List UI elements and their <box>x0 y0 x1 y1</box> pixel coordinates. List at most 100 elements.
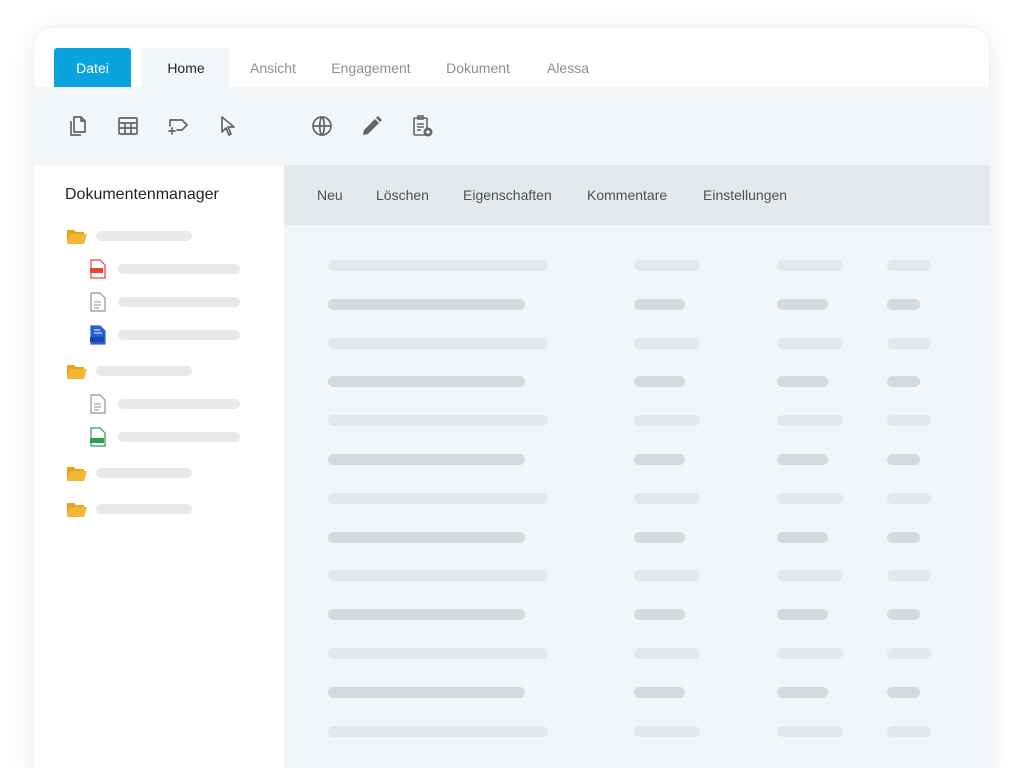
tab-dokument[interactable]: Dokument <box>436 48 520 87</box>
pdf-file-icon <box>90 259 106 279</box>
cell-placeholder <box>887 570 931 582</box>
folder-item[interactable] <box>66 463 192 483</box>
cell-placeholder <box>634 492 700 504</box>
loeschen-button[interactable]: Löschen <box>376 165 429 225</box>
cell-placeholder <box>328 298 525 310</box>
cell-placeholder <box>777 686 828 698</box>
docx-file-icon <box>90 325 106 345</box>
cell-placeholder <box>777 376 828 388</box>
cell-placeholder <box>634 415 700 427</box>
cell-placeholder <box>634 686 685 698</box>
table-row[interactable] <box>284 644 989 664</box>
folder-open-icon <box>66 362 88 380</box>
kommentare-button[interactable]: Kommentare <box>587 165 667 225</box>
cell-placeholder <box>887 454 920 465</box>
tab-home[interactable]: Home <box>142 48 230 87</box>
cell-placeholder <box>634 337 700 349</box>
file-item[interactable] <box>90 259 240 279</box>
tab-ansicht[interactable]: Ansicht <box>240 48 306 87</box>
file-item[interactable] <box>90 427 240 447</box>
pencil-icon[interactable] <box>359 113 385 139</box>
action-bar: Neu Löschen Eigenschaften Kommentare Ein… <box>284 165 989 225</box>
folder-item[interactable] <box>66 226 192 246</box>
cell-placeholder <box>634 298 685 310</box>
cell-placeholder <box>777 298 828 310</box>
cell-placeholder <box>887 337 931 349</box>
cell-placeholder <box>634 725 700 737</box>
cell-placeholder <box>777 337 843 349</box>
neu-button[interactable]: Neu <box>317 165 343 225</box>
folder-item[interactable] <box>66 499 192 519</box>
table-row[interactable] <box>284 683 989 703</box>
app-window: Datei Home Ansicht Engagement Dokument A… <box>34 28 989 768</box>
cell-placeholder <box>328 492 548 504</box>
einstellungen-button[interactable]: Einstellungen <box>703 165 787 225</box>
tab-alessa[interactable]: Alessa <box>534 48 602 87</box>
table-row[interactable] <box>284 372 989 392</box>
cell-placeholder <box>887 686 920 698</box>
xlsx-file-icon <box>90 427 106 447</box>
cell-placeholder <box>887 609 920 621</box>
table-row[interactable] <box>284 566 989 586</box>
cell-placeholder <box>777 531 828 543</box>
table-row[interactable] <box>284 528 989 548</box>
file-item[interactable] <box>90 325 240 345</box>
folder-open-icon <box>66 464 88 482</box>
folder-name-placeholder <box>96 504 192 514</box>
table-row[interactable] <box>284 489 989 509</box>
cell-placeholder <box>328 686 525 698</box>
cell-placeholder <box>777 415 843 427</box>
clipboard-add-icon[interactable] <box>409 113 435 139</box>
cell-placeholder <box>328 648 548 659</box>
tab-datei[interactable]: Datei <box>54 48 131 87</box>
cell-placeholder <box>887 725 931 737</box>
cell-placeholder <box>634 648 700 659</box>
table-row[interactable] <box>284 334 989 354</box>
table-icon[interactable] <box>115 113 141 139</box>
file-item[interactable] <box>90 394 240 414</box>
cursor-icon[interactable] <box>215 113 241 139</box>
cell-placeholder <box>328 376 525 388</box>
table-row[interactable] <box>284 411 989 431</box>
cell-placeholder <box>887 260 931 271</box>
cell-placeholder <box>777 454 828 465</box>
cell-placeholder <box>634 570 700 582</box>
file-name-placeholder <box>118 399 240 409</box>
cell-placeholder <box>634 376 685 388</box>
folder-open-icon <box>66 500 88 518</box>
table-row[interactable] <box>284 722 989 742</box>
cell-placeholder <box>328 337 548 349</box>
table-row[interactable] <box>284 256 989 276</box>
cell-placeholder <box>328 454 525 465</box>
cell-placeholder <box>328 415 548 427</box>
document-manager-sidebar: Dokumentenmanager <box>34 165 284 768</box>
file-name-placeholder <box>118 264 240 274</box>
cell-placeholder <box>777 725 843 737</box>
ribbon-toolbar <box>34 87 989 165</box>
cell-placeholder <box>634 609 685 621</box>
cell-placeholder <box>634 260 700 271</box>
cell-placeholder <box>328 260 548 271</box>
cell-placeholder <box>777 260 843 271</box>
file-item[interactable] <box>90 292 240 312</box>
cell-placeholder <box>634 454 685 465</box>
text-file-icon <box>90 394 106 414</box>
tab-engagement[interactable]: Engagement <box>320 48 422 87</box>
sidebar-title: Dokumentenmanager <box>65 186 219 203</box>
cell-placeholder <box>328 531 525 543</box>
cell-placeholder <box>328 570 548 582</box>
cell-placeholder <box>887 648 931 659</box>
cell-placeholder <box>887 492 931 504</box>
table-row[interactable] <box>284 450 989 470</box>
eigenschaften-button[interactable]: Eigenschaften <box>463 165 552 225</box>
cell-placeholder <box>777 609 828 621</box>
cell-placeholder <box>887 531 920 543</box>
cell-placeholder <box>328 609 525 621</box>
folder-item[interactable] <box>66 361 192 381</box>
insert-comment-icon[interactable] <box>165 113 191 139</box>
copy-icon[interactable] <box>65 113 91 139</box>
tab-bar: Datei Home Ansicht Engagement Dokument A… <box>34 28 989 87</box>
table-row[interactable] <box>284 295 989 315</box>
table-row[interactable] <box>284 605 989 625</box>
globe-icon[interactable] <box>309 113 335 139</box>
